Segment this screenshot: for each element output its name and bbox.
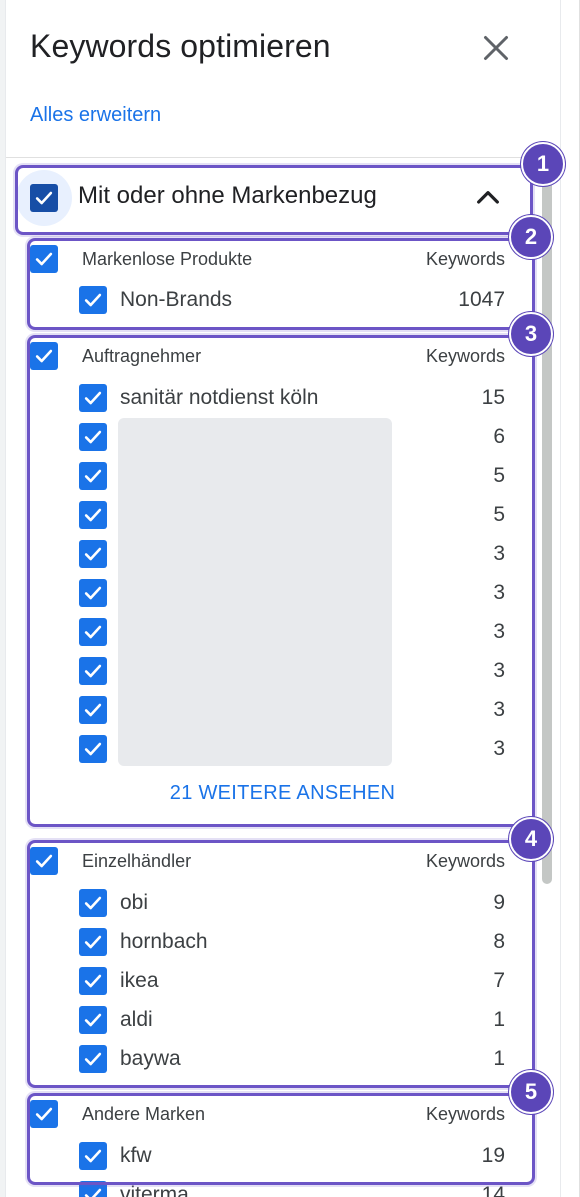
keyword-checkbox[interactable] [79, 540, 107, 568]
group-title-contractors: Auftragnehmer [82, 346, 202, 366]
group-title-unbranded: Markenlose Produkte [82, 249, 253, 269]
keyword-count: 3 [493, 581, 505, 604]
group-checkbox-other-brands[interactable] [30, 1100, 58, 1128]
checkmark-icon [84, 974, 102, 988]
keyword-label: sanitär notdienst köln [120, 386, 319, 409]
keyword-checkbox[interactable] [79, 1045, 107, 1073]
keyword-count: 8 [493, 930, 505, 953]
keyword-checkbox[interactable] [79, 462, 107, 490]
checkmark-icon [84, 664, 102, 678]
checkmark-icon [84, 703, 102, 717]
panel-left-edge [0, 0, 6, 1197]
panel-right-edge [560, 0, 579, 1197]
checkmark-icon [35, 349, 53, 363]
keyword-label: kfw [120, 1144, 152, 1167]
group-checkbox-contractors[interactable] [30, 342, 58, 370]
checkmark-icon [84, 293, 102, 307]
group-title-other-brands: Andere Marken [82, 1104, 206, 1124]
keyword-count: 9 [493, 891, 505, 914]
callout-badge-4: 4 [509, 817, 553, 861]
keyword-checkbox[interactable] [79, 735, 107, 763]
keyword-label: obi [120, 891, 149, 914]
checkmark-icon [84, 1052, 102, 1066]
checkmark-icon [35, 854, 53, 868]
brand-filter-label: Mit oder ohne Markenbezug [78, 182, 377, 209]
keyword-label: Non-Brands [120, 288, 233, 311]
show-more-link[interactable]: 21 WEITERE ANSEHEN [30, 782, 535, 805]
keyword-checkbox[interactable] [79, 618, 107, 646]
keyword-checkbox[interactable] [79, 286, 107, 314]
callout-badge-5: 5 [509, 1070, 553, 1114]
group-column-header: Keywords [425, 851, 505, 871]
group-column-header: Keywords [425, 1104, 505, 1124]
keyword-checkbox[interactable] [79, 501, 107, 529]
keyword-checkbox[interactable] [79, 1142, 107, 1170]
checkmark-icon [84, 935, 102, 949]
brand-filter-checkbox[interactable] [30, 184, 58, 212]
group-checkbox-retailers[interactable] [30, 847, 58, 875]
keyword-count: 15 [481, 386, 505, 409]
keyword-count: 3 [493, 659, 505, 682]
keyword-checkbox[interactable] [79, 657, 107, 685]
keyword-checkbox[interactable] [79, 889, 107, 917]
keyword-count: 3 [493, 698, 505, 721]
callout-badge-2: 2 [509, 215, 553, 259]
checkmark-icon [84, 430, 102, 444]
checkmark-icon [84, 586, 102, 600]
callout-badge-1: 1 [521, 142, 565, 186]
checkmark-icon [84, 547, 102, 561]
group-column-header: Keywords [425, 346, 505, 366]
keyword-checkbox[interactable] [79, 423, 107, 451]
checkmark-icon [35, 191, 53, 205]
keyword-count: 1 [493, 1008, 505, 1031]
checkmark-icon [84, 1149, 102, 1163]
checkmark-icon [84, 469, 102, 483]
keyword-checkbox[interactable] [79, 967, 107, 995]
keyword-label: aldi [120, 1008, 153, 1031]
header-divider [6, 157, 554, 158]
keyword-checkbox[interactable] [79, 384, 107, 412]
keyword-count: 3 [493, 620, 505, 643]
keyword-checkbox[interactable] [79, 1006, 107, 1034]
keyword-checkbox[interactable] [79, 696, 107, 724]
keyword-checkbox[interactable] [79, 928, 107, 956]
keyword-label: ikea [120, 969, 159, 992]
keyword-count: 6 [493, 425, 505, 448]
keyword-count: 14 [481, 1183, 505, 1197]
keyword-checkbox[interactable] [79, 1181, 107, 1197]
checkmark-icon [84, 896, 102, 910]
keyword-count: 3 [493, 737, 505, 760]
checkmark-icon [84, 1188, 102, 1197]
checkmark-icon [84, 391, 102, 405]
keyword-count: 1 [493, 1047, 505, 1070]
keyword-count: 1047 [458, 288, 505, 311]
panel-title: Keywords optimieren [30, 28, 331, 64]
keyword-label: viterma [120, 1183, 189, 1197]
keyword-count: 5 [493, 464, 505, 487]
expand-all-link[interactable]: Alles erweitern [30, 104, 161, 127]
chevron-up-icon[interactable] [472, 182, 504, 214]
checkmark-icon [84, 742, 102, 756]
group-title-retailers: Einzelhändler [82, 851, 192, 871]
keyword-label: hornbach [120, 930, 208, 953]
keyword-count: 5 [493, 503, 505, 526]
keyword-count: 19 [481, 1144, 505, 1167]
checkmark-icon [84, 625, 102, 639]
checkmark-icon [84, 508, 102, 522]
keyword-label: baywa [120, 1047, 181, 1070]
checkmark-icon [35, 1107, 53, 1121]
group-checkbox-unbranded[interactable] [30, 245, 58, 273]
keyword-checkbox[interactable] [79, 579, 107, 607]
optimize-keywords-panel: Keywords optimieren Alles erweitern Mit … [0, 0, 580, 1197]
scrollbar-thumb[interactable] [542, 168, 552, 884]
callout-badge-3: 3 [509, 312, 553, 356]
redacted-keywords-block [118, 418, 392, 766]
close-icon[interactable] [478, 30, 514, 66]
group-column-header: Keywords [425, 249, 505, 269]
checkmark-icon [84, 1013, 102, 1027]
checkmark-icon [35, 252, 53, 266]
keyword-count: 3 [493, 542, 505, 565]
keyword-count: 7 [493, 969, 505, 992]
